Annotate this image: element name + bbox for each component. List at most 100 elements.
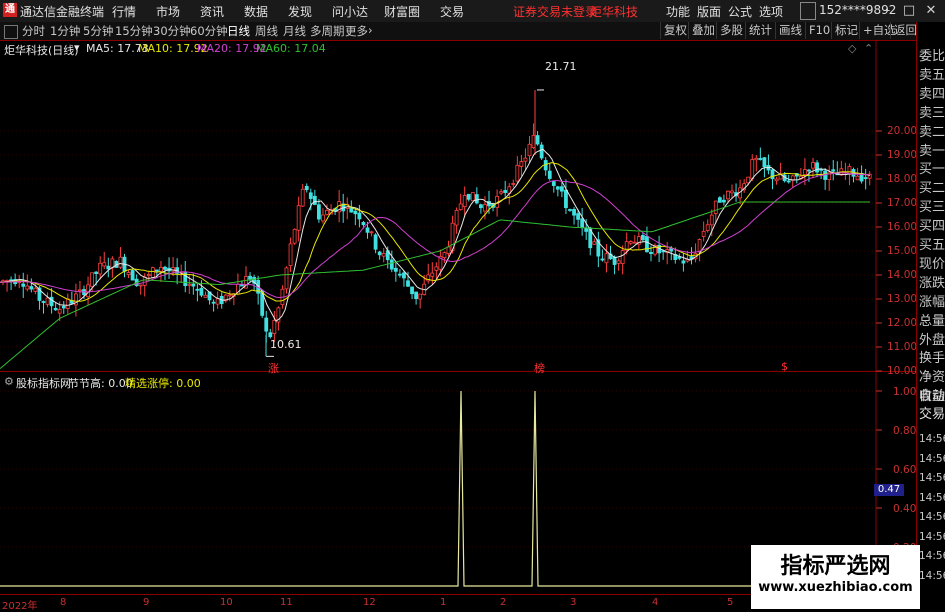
quote-item-17[interactable]: 净资 xyxy=(919,366,945,385)
candle-body xyxy=(142,276,147,286)
btn-overlay[interactable]: 叠加 xyxy=(688,22,718,39)
tab-5min[interactable]: 5分钟 xyxy=(83,23,113,39)
close-icon[interactable]: ✕ xyxy=(920,1,942,20)
menu-functions[interactable]: 功能 xyxy=(666,3,690,20)
candle-body xyxy=(33,287,38,292)
candle-body xyxy=(227,294,232,297)
tab-more[interactable]: 更多 xyxy=(345,23,368,39)
quote-item-5[interactable]: 卖一 xyxy=(919,140,945,159)
candle-body xyxy=(410,286,414,295)
candle-body xyxy=(580,218,585,228)
quote-item-4[interactable]: 卖二 xyxy=(919,121,945,140)
candle-body xyxy=(53,307,58,311)
quote-item-14[interactable]: 总量 xyxy=(919,310,945,329)
candle-body xyxy=(523,157,528,162)
menu-ask-xiaoda[interactable]: 问小达 xyxy=(332,3,368,20)
candle-body xyxy=(616,260,621,264)
menu-trade[interactable]: 交易 xyxy=(440,3,464,20)
tab-monthly[interactable]: 月线 xyxy=(283,23,306,39)
tab-weekly[interactable]: 周线 xyxy=(255,23,278,39)
candle-body xyxy=(191,283,196,287)
btn-f10[interactable]: F10 xyxy=(805,22,833,39)
y-tick-13: 13.00 xyxy=(887,293,918,305)
candle-body xyxy=(284,267,289,290)
candle-body xyxy=(527,143,532,157)
candle-body xyxy=(300,188,305,207)
tab-30min[interactable]: 30分钟 xyxy=(153,23,191,39)
auto-trade-label-1[interactable]: 交易 xyxy=(919,403,945,422)
menu-data[interactable]: 数据 xyxy=(244,3,268,20)
user-avatar-icon[interactable] xyxy=(800,2,816,20)
quote-item-6[interactable]: 买一 xyxy=(919,158,945,177)
app-logo-icon: 通 xyxy=(3,3,17,17)
btn-mark[interactable]: 标记 xyxy=(831,22,861,39)
btn-adjust[interactable]: 复权 xyxy=(660,22,690,39)
btn-draw-line[interactable]: 画线 xyxy=(775,22,805,39)
y-tick-12: 12.00 xyxy=(887,317,918,329)
candle-body xyxy=(248,275,252,280)
high-price-marker: 21.71 xyxy=(545,60,577,73)
y-tick-16: 16.00 xyxy=(887,221,918,233)
candle-body xyxy=(381,253,386,257)
btn-statistics[interactable]: 统计 xyxy=(745,22,775,39)
tab-intraday[interactable]: 分时 xyxy=(22,23,45,39)
quote-item-10[interactable]: 买五 xyxy=(919,234,945,253)
menu-news[interactable]: 资讯 xyxy=(200,3,224,20)
menu-layout[interactable]: 版面 xyxy=(697,3,721,20)
candle-body xyxy=(130,270,135,281)
quote-item-11[interactable]: 现价 xyxy=(919,253,945,272)
quote-item-15[interactable]: 外盘 xyxy=(919,329,945,348)
tab-60min[interactable]: 60分钟 xyxy=(190,23,228,39)
quote-item-12[interactable]: 涨跌 xyxy=(919,272,945,291)
candle-body xyxy=(78,289,82,292)
tab-multi-period[interactable]: 多周期 xyxy=(310,23,345,39)
auto-trade-label-0[interactable]: 自动 xyxy=(919,385,945,404)
quote-item-8[interactable]: 买三 xyxy=(919,196,945,215)
quote-item-9[interactable]: 买四 xyxy=(919,215,945,234)
candle-body xyxy=(126,272,131,275)
x-label-feb: 2 xyxy=(500,597,507,608)
candle-body xyxy=(393,267,398,272)
menu-market[interactable]: 市场 xyxy=(156,3,180,20)
quote-item-1[interactable]: 卖五 xyxy=(919,64,945,83)
maximize-icon[interactable]: □ xyxy=(898,1,920,20)
toolbar-grid-icon[interactable] xyxy=(4,25,18,39)
candle-body xyxy=(312,195,317,205)
candle-body xyxy=(730,190,734,194)
candle-body xyxy=(57,309,62,314)
candle-body xyxy=(564,189,568,209)
candle-body xyxy=(641,235,645,241)
candle-body xyxy=(709,214,714,226)
tab-15min[interactable]: 15分钟 xyxy=(115,23,153,39)
quote-item-3[interactable]: 卖三 xyxy=(919,102,945,121)
x-label-2022: 2022年 xyxy=(2,601,38,612)
candle-body xyxy=(361,222,366,226)
quote-item-7[interactable]: 买二 xyxy=(919,177,945,196)
candle-body xyxy=(628,241,633,244)
menu-market-quotes[interactable]: 行情 xyxy=(112,3,136,20)
candle-body xyxy=(45,297,50,305)
menu-formula[interactable]: 公式 xyxy=(728,3,752,20)
tab-1min[interactable]: 1分钟 xyxy=(50,23,80,39)
tab-daily[interactable]: 日线 xyxy=(227,23,250,39)
trade-time-1: 14:56 xyxy=(919,452,945,465)
kline-chart[interactable] xyxy=(0,40,916,372)
candle-body xyxy=(406,280,410,287)
btn-multi-stock[interactable]: 多股 xyxy=(716,22,746,39)
candle-body xyxy=(65,298,70,309)
x-label-may: 5 xyxy=(727,597,734,608)
menu-discover[interactable]: 发现 xyxy=(288,3,312,20)
quote-item-13[interactable]: 涨幅 xyxy=(919,291,945,310)
candle-body xyxy=(592,241,597,245)
quote-item-16[interactable]: 换手 xyxy=(919,347,945,366)
candle-body xyxy=(774,178,779,182)
login-status[interactable]: 证券交易未登录 xyxy=(513,3,597,20)
minimize-icon[interactable]: – xyxy=(876,1,898,20)
menu-options[interactable]: 选项 xyxy=(759,3,783,20)
menu-wealth-circle[interactable]: 财富圈 xyxy=(384,3,420,20)
quote-item-0[interactable]: 委比 xyxy=(919,45,945,64)
candle-body xyxy=(560,186,564,192)
y-tick-17: 17.00 xyxy=(887,197,918,209)
stock-tag[interactable]: 炬华科技 xyxy=(590,3,638,20)
quote-item-2[interactable]: 卖四 xyxy=(919,83,945,102)
